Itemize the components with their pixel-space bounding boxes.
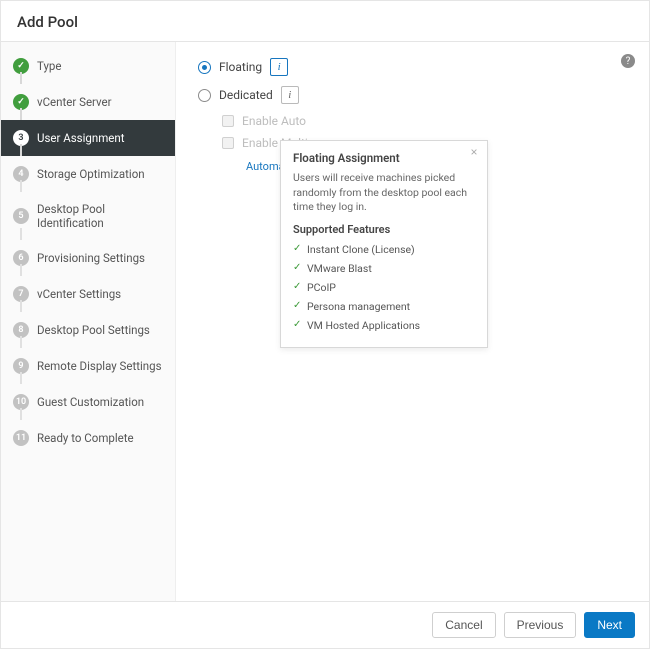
step-ready-to-complete: 11 Ready to Complete [1,420,175,456]
step-storage-optimization: 4 Storage Optimization [1,156,175,192]
feature-item: Instant Clone (License) [293,240,475,259]
step-user-assignment[interactable]: 3 User Assignment [1,120,175,156]
close-icon[interactable]: × [467,145,481,159]
feature-item: Persona management [293,297,475,316]
step-label: Ready to Complete [37,431,134,445]
dialog-title: Add Pool [1,1,649,42]
step-label: User Assignment [37,131,125,145]
step-desktop-pool-settings: 8 Desktop Pool Settings [1,312,175,348]
popover-features-heading: Supported Features [293,223,475,236]
content-panel: ? Floating i Dedicated i × Floating Assi… [176,42,649,601]
step-label: vCenter Server [37,95,112,109]
step-provisioning-settings: 6 Provisioning Settings [1,240,175,276]
feature-item: VM Hosted Applications [293,316,475,335]
floating-assignment-popover: × Floating Assignment Users will receive… [280,140,488,348]
radio-floating-label: Floating [219,60,262,74]
cancel-button[interactable]: Cancel [432,612,495,638]
step-label: Guest Customization [37,395,144,409]
next-button[interactable]: Next [584,612,635,638]
step-label: Desktop Pool Settings [37,323,150,337]
step-guest-customization: 10 Guest Customization [1,384,175,420]
radio-dedicated-label: Dedicated [219,88,273,102]
popover-feature-list: Instant Clone (License) VMware Blast PCo… [293,240,475,335]
step-label: Remote Display Settings [37,359,162,373]
step-label: Desktop Pool Identification [37,202,163,230]
enable-auto-label: Enable Auto [242,114,306,128]
feature-item: PCoIP [293,278,475,297]
step-vcenter-settings: 7 vCenter Settings [1,276,175,312]
popover-body: Users will receive machines picked rando… [293,171,475,215]
feature-item: VMware Blast [293,259,475,278]
step-desktop-pool-identification: 5 Desktop Pool Identification [1,192,175,240]
step-label: Type [37,59,61,73]
step-label: Provisioning Settings [37,251,145,265]
previous-button[interactable]: Previous [504,612,577,638]
wizard-sidebar: ✓ Type ✓ vCenter Server 3 User Assignmen… [1,42,176,601]
step-number: 11 [13,430,29,446]
step-vcenter-server[interactable]: ✓ vCenter Server [1,84,175,120]
info-icon[interactable]: i [270,58,288,76]
radio-floating-row[interactable]: Floating i [198,58,627,76]
popover-title: Floating Assignment [293,151,475,165]
checkbox-enable-multi [222,137,234,149]
add-pool-dialog: Add Pool ✓ Type ✓ vCenter Server 3 User … [0,0,650,649]
step-remote-display-settings: 9 Remote Display Settings [1,348,175,384]
radio-dedicated-row[interactable]: Dedicated i × Floating Assignment Users … [198,86,627,104]
enable-auto-row: Enable Auto [222,114,627,128]
dialog-footer: Cancel Previous Next [1,601,649,648]
dialog-body: ✓ Type ✓ vCenter Server 3 User Assignmen… [1,42,649,601]
radio-dedicated[interactable] [198,89,211,102]
checkbox-enable-auto [222,115,234,127]
help-icon[interactable]: ? [621,54,635,68]
step-label: vCenter Settings [37,287,121,301]
step-type[interactable]: ✓ Type [1,48,175,84]
step-label: Storage Optimization [37,167,145,181]
info-icon[interactable]: i [281,86,299,104]
step-number: 5 [13,208,29,224]
radio-floating[interactable] [198,61,211,74]
